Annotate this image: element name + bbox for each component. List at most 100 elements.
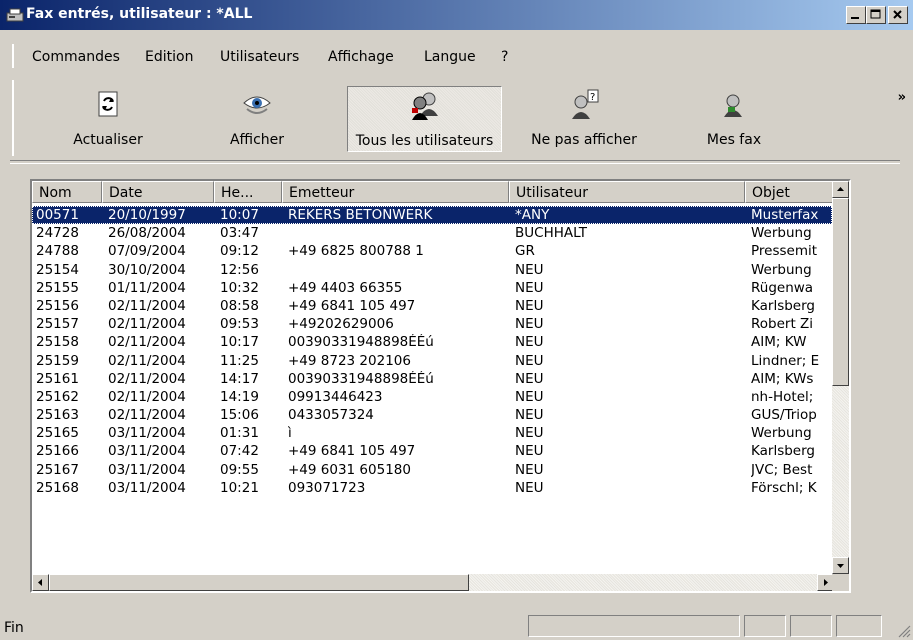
horizontal-scrollbar[interactable] [32, 574, 834, 591]
cell-utilisateur: *ANY [515, 207, 550, 223]
maximize-button[interactable] [866, 6, 886, 24]
cell-objet: AIM; KWs [751, 370, 814, 387]
column-header-emetteur[interactable]: Emetteur [282, 181, 509, 203]
cell-nom: 24788 [36, 243, 79, 260]
cell-date: 02/11/2004 [108, 352, 186, 369]
status-bar: Fin [0, 612, 913, 640]
cell-nom: 24728 [36, 225, 79, 242]
column-header-nom[interactable]: Nom [32, 181, 102, 203]
scroll-down-button[interactable] [832, 557, 849, 574]
cell-nom: 25155 [36, 279, 79, 296]
table-row[interactable]: 25159 02/11/2004 11:25 +49 8723 202106 NEU Li… [32, 352, 832, 370]
cell-heure: 10:21 [220, 479, 259, 496]
toolbar-overflow-chevron[interactable]: » [898, 90, 906, 105]
my-fax-icon [724, 94, 742, 117]
cell-date: 30/10/2004 [108, 261, 186, 278]
cell-date: 02/11/2004 [108, 388, 186, 405]
table-row[interactable]: 25163 02/11/2004 15:06 0433057324 NEU GUS/Tri… [32, 406, 832, 424]
toolbar-separator [10, 160, 900, 164]
cell-utilisateur: NEU [515, 407, 544, 424]
menu-utilisateurs[interactable]: Utilisateurs [220, 49, 299, 65]
all-users-button[interactable]: Tous les utilisateurs [347, 86, 502, 152]
cell-utilisateur: NEU [515, 388, 544, 405]
table-row[interactable]: 25162 02/11/2004 14:19 09913446423 NEU nh-Hot… [32, 388, 832, 406]
cell-date: 03/11/2004 [108, 425, 186, 442]
my-fax-button[interactable]: Mes fax [694, 86, 774, 152]
cell-nom: 25156 [36, 297, 79, 314]
cell-utilisateur: NEU [515, 461, 544, 478]
menu-help[interactable]: ? [501, 49, 508, 65]
cell-nom: 25167 [36, 461, 79, 478]
scrollbar-corner [832, 574, 849, 591]
scroll-left-button[interactable] [32, 574, 49, 591]
refresh-button[interactable]: Actualiser [56, 86, 160, 152]
table-row[interactable]: 25154 30/10/2004 12:56 NEU Werbung [32, 261, 832, 279]
status-text: Fin [4, 620, 24, 636]
table-row[interactable]: 25161 02/11/2004 14:17 00390331948898ÉÉú NEU… [32, 370, 832, 388]
maximize-icon [870, 9, 881, 19]
cell-emetteur: 0433057324 [288, 407, 374, 424]
minimize-icon [851, 17, 859, 19]
cell-objet: nh-Hotel; [751, 388, 814, 405]
cell-heure: 09:53 [220, 316, 259, 333]
column-header-heure[interactable]: He... [214, 181, 282, 203]
table-row[interactable]: 00571 20/10/1997 10:07 REKERS BETONWERK *ANY… [32, 206, 832, 225]
cell-utilisateur: BUCHHALT [515, 225, 588, 242]
menu-commandes[interactable]: Commandes [32, 49, 120, 65]
cell-utilisateur: NEU [515, 334, 544, 351]
cell-nom: 25158 [36, 334, 79, 351]
minimize-button[interactable] [846, 6, 866, 24]
cell-nom: 25162 [36, 388, 79, 405]
scroll-up-button[interactable] [832, 181, 849, 198]
column-header-utilisateur[interactable]: Utilisateur [509, 181, 745, 203]
cell-emetteur: +49 6841 105 497 [288, 443, 416, 460]
menu-langue[interactable]: Langue [424, 49, 476, 65]
cell-utilisateur: NEU [515, 261, 544, 278]
column-header-date[interactable]: Date [102, 181, 214, 203]
table-row[interactable]: 25167 03/11/2004 09:55 +49 6031 605180 NEU JV… [32, 461, 832, 479]
table-row[interactable]: 25157 02/11/2004 09:53 +49202629006 NEU Rober… [32, 315, 832, 333]
horizontal-scroll-thumb[interactable] [49, 574, 469, 591]
list-rows: 00571 20/10/1997 10:07 REKERS BETONWERK *ANY… [32, 206, 832, 497]
cell-emetteur: +49 6031 605180 [288, 461, 411, 478]
status-panel-3 [836, 615, 882, 637]
resize-grip-icon[interactable] [897, 624, 911, 638]
vertical-scroll-thumb[interactable] [832, 198, 849, 386]
cell-emetteur: 00390331948898ÉÉú [288, 370, 434, 387]
cell-heure: 11:25 [220, 352, 259, 369]
cell-date: 02/11/2004 [108, 407, 186, 424]
close-icon [893, 10, 902, 19]
cell-nom: 25154 [36, 261, 79, 278]
table-row[interactable]: 25155 01/11/2004 10:32 +49 4403 66355 NEU Rüg… [32, 279, 832, 297]
table-row[interactable]: 25166 03/11/2004 07:42 +49 6841 105 497 NEU K… [32, 442, 832, 460]
svg-text:?: ? [590, 92, 595, 103]
arrow-up-icon [837, 187, 844, 191]
table-row[interactable]: 25158 02/11/2004 10:17 00390331948898ÉÉú NEU… [32, 333, 832, 351]
table-row[interactable]: 25165 03/11/2004 01:31 ì NEU Werbung [32, 424, 832, 442]
status-panel-1 [744, 615, 786, 637]
cell-objet: Werbung [751, 225, 812, 242]
cell-objet: GUS/Triop [751, 407, 817, 424]
column-header-objet[interactable]: Objet [745, 181, 833, 203]
menu-edition[interactable]: Edition [145, 49, 193, 65]
show-button[interactable]: Afficher [212, 86, 302, 152]
table-row[interactable]: 24788 07/09/2004 09:12 +49 6825 800788 1 GR P… [32, 242, 832, 260]
close-button[interactable] [888, 6, 908, 24]
cell-emetteur: +49 4403 66355 [288, 279, 403, 296]
cell-heure: 09:55 [220, 461, 259, 478]
table-row[interactable]: 25156 02/11/2004 08:58 +49 6841 105 497 NEU K… [32, 297, 832, 315]
menu-affichage[interactable]: Affichage [328, 49, 394, 65]
cell-nom: 25157 [36, 316, 79, 333]
user-unknown-icon: ? [572, 89, 599, 119]
cell-objet: Musterfax [751, 207, 819, 223]
cell-utilisateur: NEU [515, 370, 544, 387]
cell-emetteur: 093071723 [288, 479, 366, 496]
cell-date: 03/11/2004 [108, 461, 186, 478]
fax-list[interactable]: Nom Date He... Emetteur Utilisateur Obje… [30, 179, 851, 593]
table-row[interactable]: 24728 26/08/2004 03:47 BUCHHALT Werbung [32, 224, 832, 242]
vertical-scrollbar[interactable] [832, 181, 849, 574]
arrow-left-icon [38, 579, 42, 586]
table-row[interactable]: 25168 03/11/2004 10:21 093071723 NEU Förschl;… [32, 479, 832, 497]
cell-heure: 07:42 [220, 443, 259, 460]
do-not-show-button[interactable]: ? Ne pas afficher [519, 86, 649, 152]
